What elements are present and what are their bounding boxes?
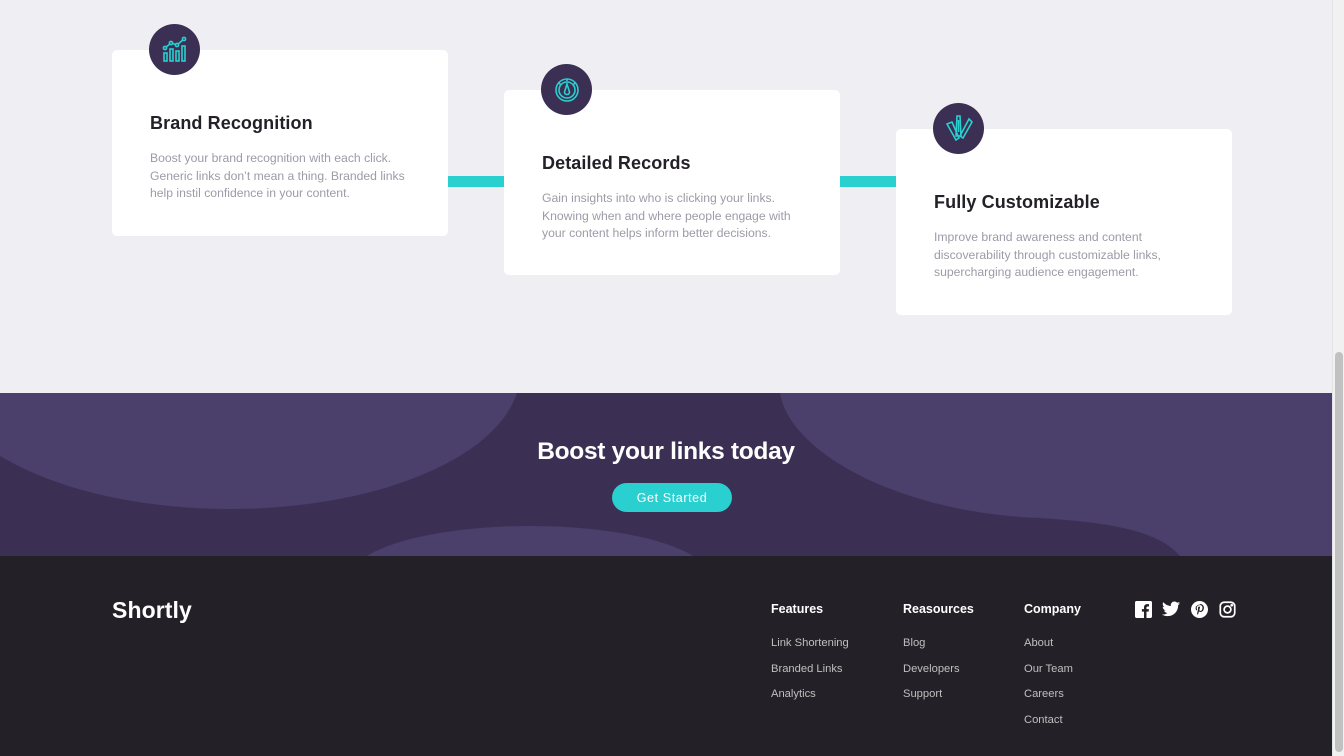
footer-link-our-team[interactable]: Our Team [1024,662,1081,688]
twitter-icon[interactable] [1162,600,1180,618]
card-title: Detailed Records [542,153,691,173]
footer-link-developers[interactable]: Developers [903,662,974,688]
brush-pen-icon [933,103,984,154]
card-text: Improve brand awareness and content disc… [934,230,1161,280]
card-title: Brand Recognition [150,113,313,133]
footer-column-title: Reasources [903,602,974,616]
footer-column-title: Company [1024,602,1081,616]
footer-column-resources: Reasources Blog Developers Support [903,602,974,713]
card-text: Boost your brand recognition with each c… [150,151,405,201]
footer-logo[interactable]: Shortly [112,597,192,624]
footer-link-link-shortening[interactable]: Link Shortening [771,636,849,662]
footer-link-blog[interactable]: Blog [903,636,974,662]
instagram-icon[interactable] [1218,600,1236,618]
boost-section: Boost your links today Get Started [0,393,1332,556]
footer-link-careers[interactable]: Careers [1024,687,1081,713]
statistics-section: Brand Recognition Boost your brand recog… [0,0,1332,393]
pinterest-icon[interactable] [1190,600,1208,618]
facebook-icon[interactable] [1134,600,1152,618]
footer-link-contact[interactable]: Contact [1024,713,1081,739]
chart-icon [149,24,200,75]
footer-link-support[interactable]: Support [903,687,974,713]
social-links [1134,600,1236,618]
boost-background-shapes [0,393,1332,556]
scrollbar-thumb[interactable] [1335,352,1343,752]
feature-card-fully-customizable: Fully Customizable Improve brand awarene… [896,103,1232,315]
card-text: Gain insights into who is clicking your … [542,191,791,241]
boost-title: Boost your links today [537,438,795,465]
connector-line-2 [840,176,896,187]
card-title: Fully Customizable [934,192,1100,212]
page-scrollbar[interactable] [1332,0,1344,756]
footer-column-features: Features Link Shortening Branded Links A… [771,602,849,713]
footer-column-company: Company About Our Team Careers Contact [1024,602,1081,738]
footer-link-about[interactable]: About [1024,636,1081,662]
footer-link-branded-links[interactable]: Branded Links [771,662,849,688]
footer: Shortly Features Link Shortening Branded… [0,556,1332,756]
connector-line-1 [448,176,504,187]
feature-card-brand-recognition: Brand Recognition Boost your brand recog… [112,24,448,236]
gauge-icon [541,64,592,115]
footer-column-title: Features [771,602,824,616]
feature-card-detailed-records: Detailed Records Gain insights into who … [504,64,840,275]
get-started-button[interactable]: Get Started [612,483,732,512]
footer-link-analytics[interactable]: Analytics [771,687,849,713]
